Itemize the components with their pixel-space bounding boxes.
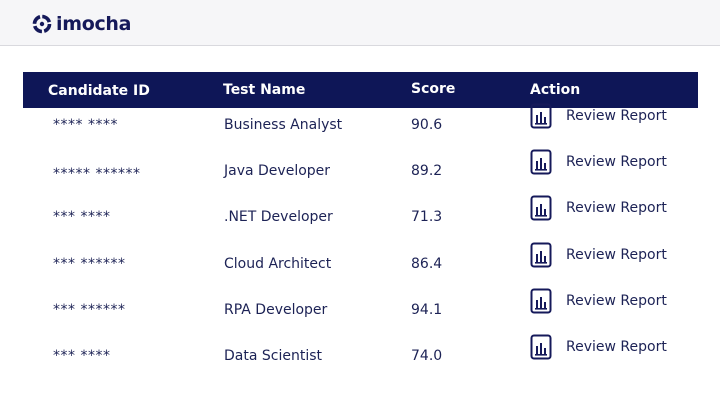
report-chart-icon: [530, 149, 552, 175]
test-name-cell: Java Developer: [224, 163, 331, 179]
test-name-cell: RPA Developer: [224, 302, 328, 318]
test-name-cell: Data Scientist: [224, 348, 322, 364]
review-report-button[interactable]: Review Report: [530, 149, 667, 175]
review-report-label: Review Report: [566, 200, 667, 216]
table-row: *** **** Data Scientist 74.0 Review Report: [23, 334, 698, 390]
brand-logo[interactable]: imocha: [31, 12, 131, 36]
report-chart-icon: [530, 242, 552, 268]
test-name-cell: Cloud Architect: [224, 256, 332, 272]
review-report-label: Review Report: [566, 154, 667, 170]
review-report-label: Review Report: [566, 339, 667, 355]
review-report-button[interactable]: Review Report: [530, 103, 667, 129]
score-cell: 94.1: [411, 302, 443, 318]
imocha-logo-icon: [32, 14, 52, 34]
score-cell: 71.3: [411, 209, 443, 225]
score-cell: 90.6: [411, 117, 443, 133]
report-chart-icon: [530, 288, 552, 314]
review-report-button[interactable]: Review Report: [530, 334, 667, 360]
report-chart-icon: [530, 334, 552, 360]
review-report-button[interactable]: Review Report: [530, 195, 667, 221]
column-header-score: Score: [411, 81, 456, 97]
candidate-id-cell: *** ****: [53, 348, 111, 364]
candidate-id-cell: *** ****: [53, 209, 111, 225]
candidate-id-cell: **** ****: [53, 117, 118, 133]
column-header-candidate-id: Candidate ID: [48, 83, 150, 99]
column-header-test-name: Test Name: [223, 82, 306, 98]
score-cell: 74.0: [411, 348, 443, 364]
review-report-button[interactable]: Review Report: [530, 288, 667, 314]
candidate-id-cell: *** ******: [53, 302, 126, 318]
score-cell: 86.4: [411, 256, 443, 272]
brand-name: imocha: [56, 13, 132, 35]
report-chart-icon: [530, 103, 552, 129]
report-chart-icon: [530, 195, 552, 221]
test-name-cell: .NET Developer: [224, 209, 333, 225]
top-bar: imocha: [0, 0, 720, 46]
review-report-label: Review Report: [566, 247, 667, 263]
review-report-button[interactable]: Review Report: [530, 242, 667, 268]
score-cell: 89.2: [411, 163, 443, 179]
candidate-id-cell: *** ******: [53, 256, 126, 272]
candidate-results-table: Candidate ID Test Name Score Action ****…: [23, 72, 698, 364]
review-report-label: Review Report: [566, 293, 667, 309]
candidate-id-cell: ***** ******: [53, 166, 141, 182]
review-report-label: Review Report: [566, 108, 667, 124]
test-name-cell: Business Analyst: [224, 117, 343, 133]
